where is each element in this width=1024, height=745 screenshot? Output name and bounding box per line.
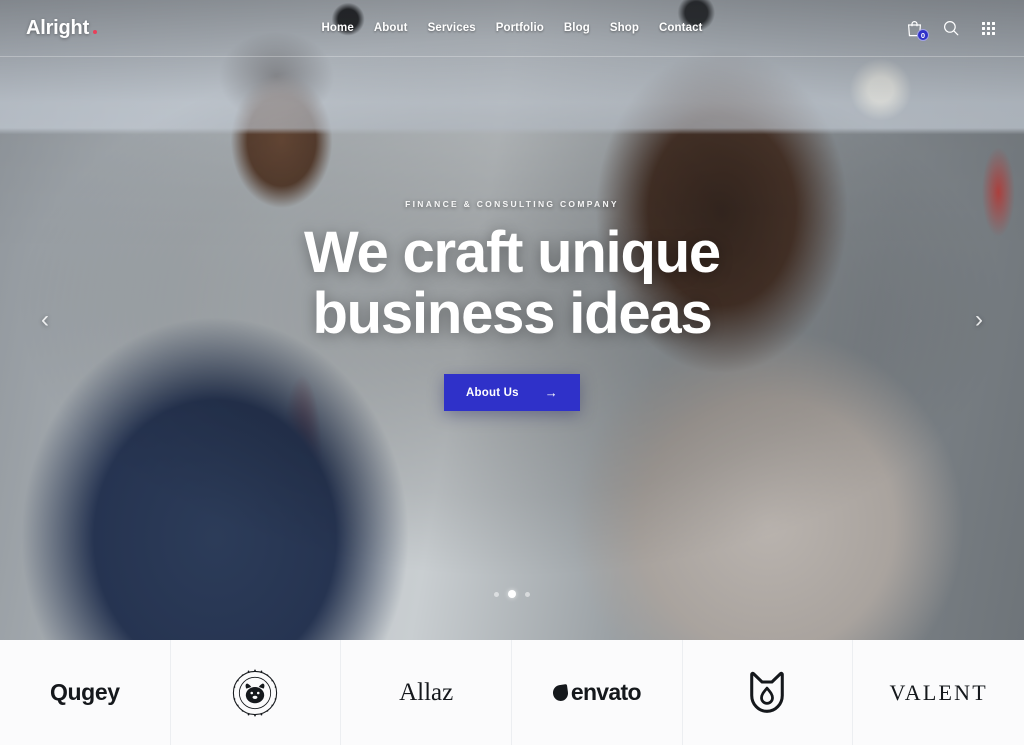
grid-menu-icon[interactable] bbox=[978, 18, 998, 38]
hero-title: We craft unique business ideas bbox=[304, 219, 721, 346]
arrow-right-icon: → bbox=[544, 385, 558, 401]
brand-name: Alright bbox=[26, 16, 90, 39]
slider-prev-button[interactable]: ‹ bbox=[28, 303, 62, 337]
nav-item-about[interactable]: About bbox=[374, 22, 408, 34]
cart-count-badge: 0 bbox=[917, 29, 929, 41]
hero-slider: Alright Home About Services Portfolio Bl… bbox=[0, 0, 1024, 640]
slider-dot-1[interactable] bbox=[494, 591, 499, 597]
client-logo-tulip-shield[interactable] bbox=[683, 640, 854, 745]
tulip-shield-icon bbox=[750, 671, 785, 713]
client-logo-qugey[interactable]: Qugey bbox=[0, 640, 171, 745]
hero-eyebrow: FINANCE & CONSULTING COMPANY bbox=[405, 198, 619, 209]
search-icon[interactable] bbox=[941, 18, 961, 38]
hero-title-line-2: business ideas bbox=[312, 280, 712, 346]
client-logo-allaz[interactable]: Allaz bbox=[341, 640, 512, 745]
nav-item-shop[interactable]: Shop bbox=[610, 22, 639, 34]
client-logo-label: Allaz bbox=[399, 678, 454, 706]
grid-menu-glyph bbox=[981, 21, 995, 35]
nav-item-portfolio[interactable]: Portfolio bbox=[496, 22, 544, 34]
slider-pagination bbox=[494, 590, 530, 598]
shopping-bag-icon[interactable]: 0 bbox=[904, 18, 929, 41]
brand-logo[interactable]: Alright bbox=[26, 16, 98, 40]
client-logo-label: envato bbox=[570, 679, 642, 705]
nav-item-services[interactable]: Services bbox=[428, 22, 476, 34]
site-header: Alright Home About Services Portfolio Bl… bbox=[0, 0, 1024, 57]
brand-dot-icon bbox=[93, 29, 98, 34]
nav-item-blog[interactable]: Blog bbox=[564, 22, 590, 34]
envato-leaf-icon bbox=[551, 683, 569, 702]
hero-title-line-1: We craft unique bbox=[304, 219, 721, 285]
nav-item-contact[interactable]: Contact bbox=[659, 22, 703, 34]
slider-dot-3[interactable] bbox=[525, 591, 530, 597]
client-logo-strip: Qugey Allaz envato VALENT bbox=[0, 640, 1024, 745]
client-logo-bulldog[interactable] bbox=[171, 640, 342, 745]
header-tools: 0 bbox=[904, 18, 998, 41]
slider-dot-2[interactable] bbox=[508, 590, 516, 598]
about-us-button-label: About Us bbox=[466, 386, 519, 399]
hero-content: FINANCE & CONSULTING COMPANY We craft un… bbox=[0, 0, 1024, 640]
client-logo-envato[interactable]: envato bbox=[512, 640, 683, 745]
client-logo-label: Qugey bbox=[50, 679, 120, 705]
page-root: Alright Home About Services Portfolio Bl… bbox=[0, 0, 1024, 745]
about-us-button[interactable]: About Us → bbox=[444, 374, 580, 412]
client-logo-valent[interactable]: VALENT bbox=[853, 640, 1024, 745]
bulldog-badge-icon bbox=[233, 668, 278, 717]
client-logo-label: VALENT bbox=[889, 679, 988, 705]
nav-item-home[interactable]: Home bbox=[322, 22, 354, 34]
client-logo-envato-lockup: envato bbox=[551, 679, 642, 706]
slider-next-button[interactable]: › bbox=[962, 303, 996, 337]
main-navigation: Home About Services Portfolio Blog Shop … bbox=[322, 22, 703, 34]
